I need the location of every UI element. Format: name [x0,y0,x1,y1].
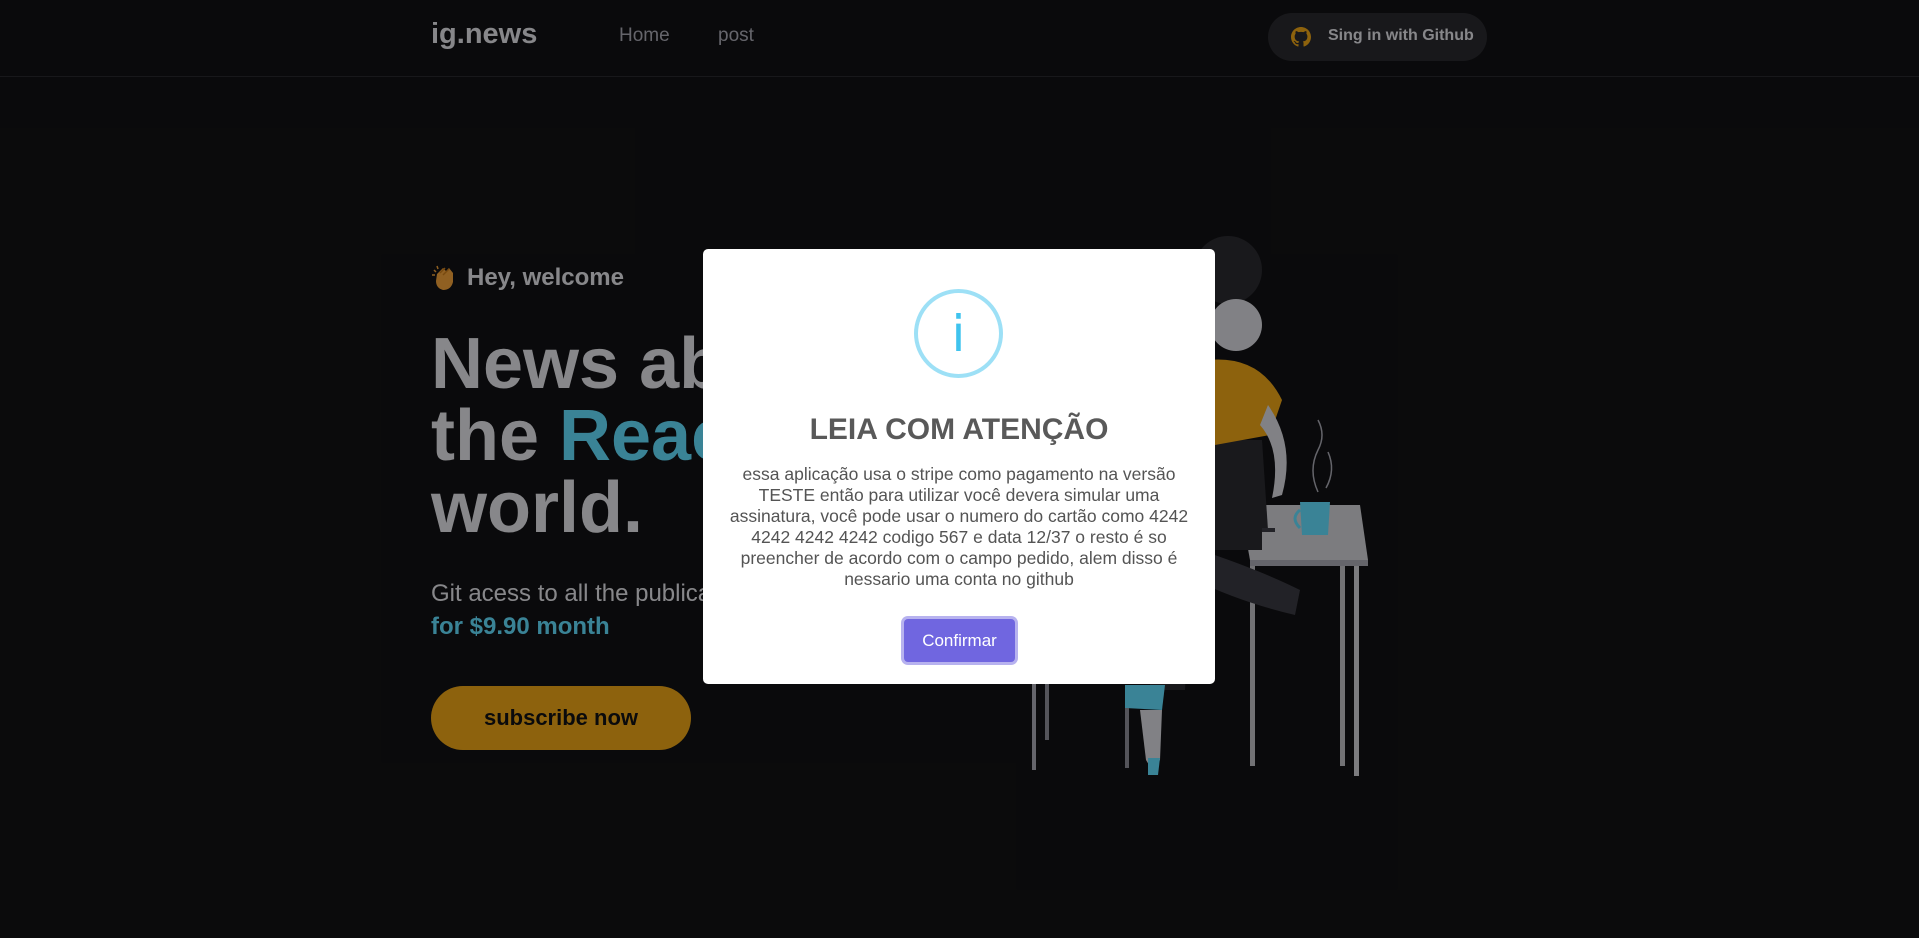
page: ig.news Home post Sing in with Github He… [0,0,1919,938]
modal-title: LEIA COM ATENÇÃO [809,413,1109,446]
info-modal: i LEIA COM ATENÇÃO essa aplicação usa o … [703,249,1215,684]
confirm-button[interactable]: Confirmar [904,619,1015,662]
info-icon-glyph: i [951,304,966,363]
info-icon: i [914,289,1003,378]
modal-text: essa aplicação usa o stripe como pagamen… [729,464,1189,589]
